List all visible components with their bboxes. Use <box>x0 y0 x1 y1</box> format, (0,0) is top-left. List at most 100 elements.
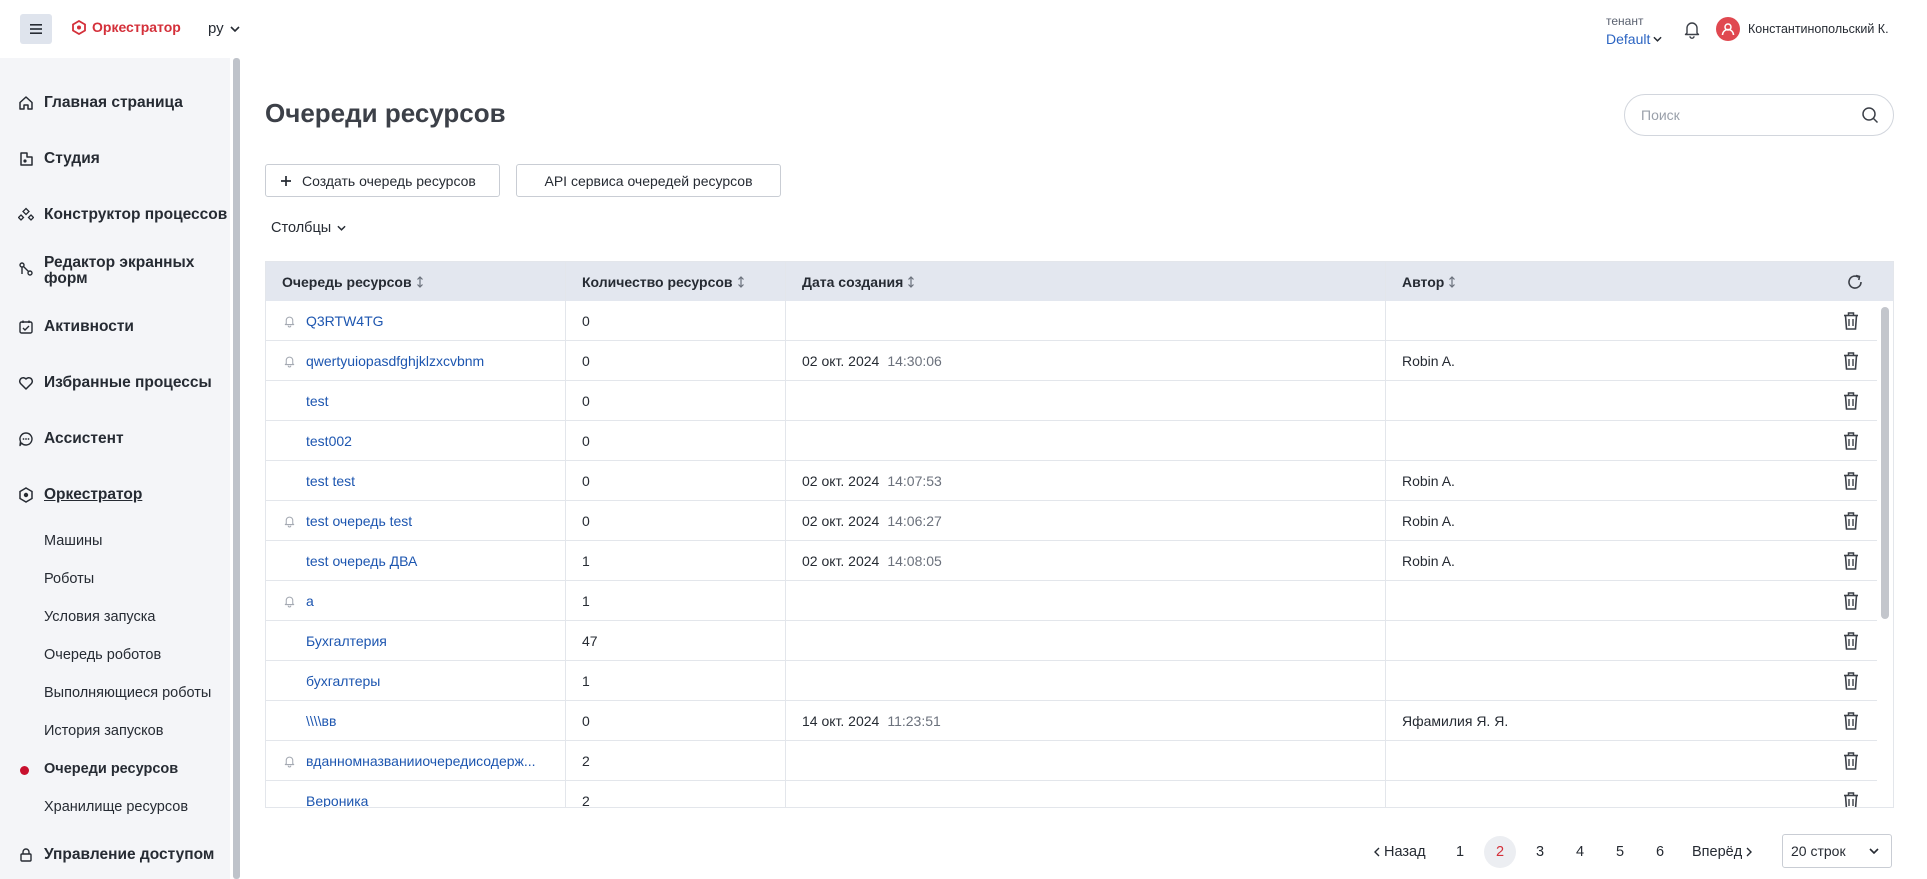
pagination-next-button[interactable]: Вперёд <box>1692 836 1753 868</box>
queue-name-link[interactable]: Бухгалтерия <box>306 621 546 661</box>
sidebar-subitem-triggers[interactable]: Условия запуска <box>44 609 156 625</box>
bell-icon <box>284 356 295 368</box>
user-name[interactable]: Константинопольский К. <box>1748 22 1889 36</box>
sidebar-item-form-editor[interactable]: Редактор экранных форм <box>18 255 204 287</box>
table-row: вданномназванииочередисодерж... 2 <box>266 741 1877 781</box>
pagination-page-3[interactable]: 3 <box>1524 836 1556 868</box>
table-scrollbar[interactable] <box>1881 307 1889 619</box>
sidebar-item-orchestrator[interactable]: Оркестратор <box>18 487 142 503</box>
queue-name-link[interactable]: qwertyuiopasdfghjklzxcvbnm <box>306 341 546 381</box>
page-size-select[interactable]: 20 строк <box>1782 834 1892 868</box>
pagination-page-5[interactable]: 5 <box>1604 836 1636 868</box>
search-input[interactable] <box>1641 107 1861 123</box>
chevron-down-icon <box>337 225 346 231</box>
queue-name-link[interactable]: test <box>306 381 546 421</box>
sidebar-subitem-robot-queue[interactable]: Очередь роботов <box>44 647 161 663</box>
queue-name-link[interactable]: Q3RTW4TG <box>306 301 546 341</box>
trash-icon[interactable] <box>1842 471 1860 491</box>
trash-icon[interactable] <box>1842 311 1860 331</box>
api-service-button[interactable]: API сервиса очередей ресурсов <box>516 164 781 197</box>
sidebar-subitem-resource-queues[interactable]: Очереди ресурсов <box>44 761 178 777</box>
sidebar-item-activities[interactable]: Активности <box>18 319 134 335</box>
queue-name-link[interactable]: test очередь ДВА <box>306 541 546 581</box>
language-select[interactable]: ру <box>208 20 240 37</box>
queue-name-link[interactable]: бухгалтеры <box>306 661 546 701</box>
create-queue-button[interactable]: Создать очередь ресурсов <box>265 164 500 197</box>
sidebar-item-home[interactable]: Главная страница <box>18 95 183 111</box>
bell-icon <box>284 596 295 608</box>
author-name: Robin A. <box>1402 553 1455 569</box>
resource-count: 1 <box>582 553 590 569</box>
trash-icon[interactable] <box>1842 751 1860 771</box>
columns-toggle-label: Столбцы <box>271 220 332 236</box>
sidebar-subitem-resource-storage[interactable]: Хранилище ресурсов <box>44 799 188 815</box>
sidebar-subitem-robots[interactable]: Роботы <box>44 571 94 587</box>
search-icon[interactable] <box>1861 106 1879 124</box>
column-header-author[interactable]: Автор <box>1402 262 1456 301</box>
sidebar-item-process-builder[interactable]: Конструктор процессов <box>18 207 227 223</box>
sidebar-subitem-running-robots[interactable]: Выполняющиеся роботы <box>44 685 211 701</box>
column-header-created[interactable]: Дата создания <box>802 262 915 301</box>
queue-name-link[interactable]: Вероника <box>306 781 546 807</box>
trash-icon[interactable] <box>1842 631 1860 651</box>
sidebar-item-label: Избранные процессы <box>44 374 212 391</box>
sidebar-item-assistant[interactable]: Ассистент <box>18 431 124 447</box>
menu-toggle-button[interactable] <box>20 14 52 44</box>
resource-count: 2 <box>582 753 590 769</box>
pagination-prev-button[interactable]: Назад <box>1374 836 1426 868</box>
pagination-page-2[interactable]: 2 <box>1484 836 1516 868</box>
pagination-page-1[interactable]: 1 <box>1444 836 1476 868</box>
chevron-right-icon <box>1746 847 1753 857</box>
trash-icon[interactable] <box>1842 711 1860 731</box>
app-logo[interactable]: Оркестратор <box>72 19 181 35</box>
notifications-button[interactable] <box>1682 19 1702 39</box>
column-header-label: Автор <box>1402 273 1445 290</box>
bell-icon <box>284 516 295 528</box>
resource-count: 0 <box>582 713 590 729</box>
trash-icon[interactable] <box>1842 511 1860 531</box>
sort-icon <box>416 275 423 288</box>
column-header-name[interactable]: Очередь ресурсов <box>282 262 424 301</box>
created-date-time: 11:23:51 <box>887 713 941 729</box>
sidebar-item-studio[interactable]: Студия <box>18 151 100 167</box>
refresh-icon[interactable] <box>1846 273 1864 291</box>
trash-icon[interactable] <box>1842 431 1860 451</box>
plus-icon <box>281 175 291 186</box>
table-row: \\\\вв 0 14 окт. 2024 11:23:51 Яфамилия Я. Я… <box>266 701 1877 741</box>
trash-icon[interactable] <box>1842 591 1860 611</box>
queue-name-link[interactable]: вданномназванииочередисодерж... <box>306 741 546 781</box>
chevron-down-icon <box>230 25 240 32</box>
queue-name-link[interactable]: test test <box>306 461 546 501</box>
pagination-page-6[interactable]: 6 <box>1644 836 1676 868</box>
trash-icon[interactable] <box>1842 671 1860 691</box>
column-header-count[interactable]: Количество ресурсов <box>582 262 745 301</box>
queue-name-link[interactable]: \\\\вв <box>306 701 546 741</box>
created-date <box>802 661 810 701</box>
columns-toggle[interactable]: Столбцы <box>271 220 346 236</box>
tenant-select[interactable]: тенант Default <box>1606 12 1662 48</box>
avatar[interactable] <box>1716 17 1740 41</box>
queue-name-link[interactable]: а <box>306 581 546 621</box>
created-date: 02 окт. 2024 14:30:06 <box>802 341 942 381</box>
queue-name-link[interactable]: test002 <box>306 421 546 461</box>
resource-count: 1 <box>582 593 590 609</box>
trash-icon[interactable] <box>1842 551 1860 571</box>
sidebar-subitem-run-history[interactable]: История запусков <box>44 723 163 739</box>
sidebar-item-access-control[interactable]: Управление доступом <box>18 847 214 863</box>
created-date-day: 02 окт. 2024 <box>802 473 880 489</box>
sidebar-subitem-machines[interactable]: Машины <box>44 533 102 549</box>
trash-icon[interactable] <box>1842 791 1860 808</box>
chevron-left-icon <box>1374 847 1380 857</box>
sidebar-item-label: Управление доступом <box>44 846 215 863</box>
table-row: бухгалтеры 1 <box>266 661 1877 701</box>
resource-count: 0 <box>582 473 590 489</box>
queue-name-link[interactable]: test очередь test <box>306 501 546 541</box>
pagination-page-4[interactable]: 4 <box>1564 836 1596 868</box>
trash-icon[interactable] <box>1842 351 1860 371</box>
trash-icon[interactable] <box>1842 391 1860 411</box>
created-date <box>802 421 810 461</box>
sidebar-item-favorites[interactable]: Избранные процессы <box>18 375 212 391</box>
sidebar-scrollbar[interactable] <box>233 58 240 879</box>
table-row: test очередь ДВА 1 02 окт. 2024 14:08:05 Rob… <box>266 541 1877 581</box>
created-date-time: 14:06:27 <box>887 513 942 529</box>
